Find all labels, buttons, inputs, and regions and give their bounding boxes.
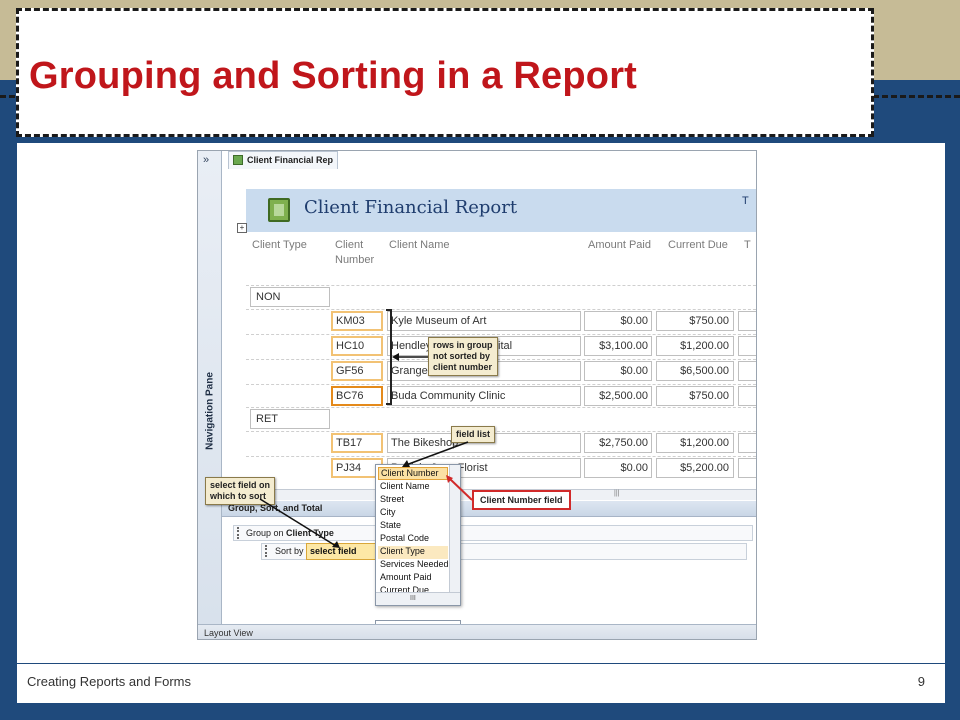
extra-cell[interactable] bbox=[738, 361, 756, 381]
extra-cell[interactable] bbox=[738, 386, 756, 406]
document-tab[interactable]: Client Financial Rep bbox=[228, 151, 338, 169]
field-client-number[interactable]: Client Number bbox=[378, 467, 448, 480]
field-amount-paid[interactable]: Amount Paid bbox=[378, 572, 448, 585]
sort-field-select[interactable]: select field bbox=[306, 543, 376, 560]
layout-selector-icon[interactable]: + bbox=[237, 223, 247, 233]
field-city[interactable]: City bbox=[378, 507, 448, 520]
group-header-non[interactable]: NON bbox=[250, 287, 330, 307]
field-services-needed[interactable]: Services Needed bbox=[378, 559, 449, 572]
callout-rows-not-sorted: rows in group not sorted by client numbe… bbox=[428, 337, 498, 376]
access-window: » Navigation Pane Client Financial Rep C… bbox=[197, 150, 757, 640]
callout-field-list: field list bbox=[451, 426, 496, 443]
group-header-ret[interactable]: RET bbox=[250, 409, 330, 429]
group-on-field: Client Type bbox=[286, 528, 334, 538]
col-current-due[interactable]: Current Due bbox=[668, 238, 728, 253]
amount-paid-cell[interactable]: $3,100.00 bbox=[584, 336, 652, 356]
field-street[interactable]: Street bbox=[378, 494, 448, 507]
document-tab-label: Client Financial Rep bbox=[247, 155, 334, 165]
col-client-number[interactable]: Client Number bbox=[335, 238, 374, 268]
report-tab-icon bbox=[233, 155, 243, 165]
navigation-pane-label: Navigation Pane bbox=[204, 372, 216, 450]
report-header-extra: T bbox=[742, 195, 749, 207]
navigation-pane[interactable]: » Navigation Pane bbox=[198, 151, 222, 624]
client-number-cell[interactable]: HC10 bbox=[331, 336, 383, 356]
report-icon bbox=[268, 198, 290, 222]
slide-title: Grouping and Sorting in a Report bbox=[29, 55, 638, 97]
scroll-grip-icon[interactable]: III bbox=[410, 595, 416, 602]
amount-paid-cell[interactable]: $2,750.00 bbox=[584, 433, 652, 453]
field-list-horizontal-scrollbar[interactable]: III bbox=[376, 592, 460, 605]
scroll-grip-icon[interactable]: ||| bbox=[614, 490, 619, 497]
amount-paid-cell[interactable]: $2,500.00 bbox=[584, 386, 652, 406]
current-due-cell[interactable]: $1,200.00 bbox=[656, 433, 734, 453]
title-box: Grouping and Sorting in a Report bbox=[16, 8, 874, 137]
col-client-name[interactable]: Client Name bbox=[389, 238, 450, 253]
amount-paid-cell[interactable]: $0.00 bbox=[584, 458, 652, 478]
client-name-cell[interactable]: Kyle Museum of Art bbox=[387, 311, 581, 331]
double-chevron-right-icon[interactable]: » bbox=[203, 154, 209, 166]
drag-handle-icon[interactable] bbox=[237, 527, 241, 539]
sort-by-prefix: Sort by bbox=[275, 546, 304, 556]
group-bracket bbox=[386, 309, 392, 405]
field-client-type[interactable]: Client Type bbox=[378, 546, 448, 559]
footer-bar: Creating Reports and Forms 9 bbox=[17, 663, 945, 703]
col-extra[interactable]: T bbox=[744, 238, 751, 253]
footer-text: Creating Reports and Forms bbox=[27, 674, 192, 689]
client-number-cell[interactable]: TB17 bbox=[331, 433, 383, 453]
report-header: Client Financial Report T bbox=[246, 189, 756, 232]
current-due-cell[interactable]: $1,200.00 bbox=[656, 336, 734, 356]
page-number: 9 bbox=[917, 674, 925, 689]
extra-cell[interactable] bbox=[738, 311, 756, 331]
col-client-type[interactable]: Client Type bbox=[252, 238, 307, 253]
extra-cell[interactable] bbox=[738, 433, 756, 453]
callout-select-field: select field on which to sort bbox=[205, 477, 276, 505]
col-amount-paid[interactable]: Amount Paid bbox=[588, 238, 651, 253]
callout-client-number-field: Client Number field bbox=[472, 490, 571, 510]
amount-paid-cell[interactable]: $0.00 bbox=[584, 311, 652, 331]
client-number-cell-selected[interactable]: BC76 bbox=[331, 386, 383, 406]
group-on-prefix: Group on bbox=[246, 528, 284, 538]
client-number-cell[interactable]: GF56 bbox=[331, 361, 383, 381]
extra-cell[interactable] bbox=[738, 336, 756, 356]
current-due-cell[interactable]: $750.00 bbox=[656, 311, 734, 331]
status-bar: Layout View bbox=[198, 624, 756, 639]
client-number-cell[interactable]: KM03 bbox=[331, 311, 383, 331]
current-due-cell[interactable]: $750.00 bbox=[656, 386, 734, 406]
client-name-cell[interactable]: Buda Community Clinic bbox=[387, 386, 581, 406]
group-on-row[interactable]: Group on Client Type bbox=[233, 525, 753, 541]
current-due-cell[interactable]: $5,200.00 bbox=[656, 458, 734, 478]
field-postal-code[interactable]: Postal Code bbox=[378, 533, 448, 546]
current-due-cell[interactable]: $6,500.00 bbox=[656, 361, 734, 381]
field-list-dropdown[interactable]: Client Number Client Name Street City St… bbox=[375, 464, 461, 606]
field-state[interactable]: State bbox=[378, 520, 448, 533]
field-client-name[interactable]: Client Name bbox=[378, 481, 448, 494]
amount-paid-cell[interactable]: $0.00 bbox=[584, 361, 652, 381]
field-list-vertical-scrollbar[interactable] bbox=[449, 465, 460, 593]
report-title[interactable]: Client Financial Report bbox=[304, 197, 517, 218]
extra-cell[interactable] bbox=[738, 458, 756, 478]
drag-handle-icon[interactable] bbox=[265, 545, 269, 557]
